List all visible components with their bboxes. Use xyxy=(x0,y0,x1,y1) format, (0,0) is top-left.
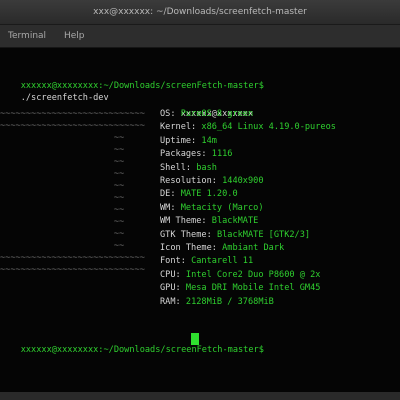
info-value: bash xyxy=(196,162,217,173)
ascii-art-line: ~~ xyxy=(0,133,125,143)
info-line: Resolution: 1440x900 xyxy=(160,175,264,187)
ascii-art-line: ~~ xyxy=(0,157,125,167)
info-line: GPU: Mesa DRI Mobile Intel GM45 xyxy=(160,282,320,294)
info-value: x86_64 Linux 4.19.0-pureos xyxy=(201,122,336,133)
info-line: Shell: bash xyxy=(160,162,217,174)
command-text: ./screenfetch-dev xyxy=(20,93,109,103)
info-line: Packages: 1116 xyxy=(160,148,232,160)
info-key: Font: xyxy=(160,256,186,267)
info-key: GTK Theme: xyxy=(160,229,212,240)
info-line: WM Theme: BlackMATE xyxy=(160,215,258,227)
info-value: Intel Core2 Duo P8600 @ 2x xyxy=(185,269,321,280)
ascii-art-line: ~~ xyxy=(0,169,125,179)
ascii-art-line: ~~ xyxy=(0,193,125,203)
ascii-art-line: ~~ xyxy=(0,229,125,239)
info-value: 1440x900 xyxy=(222,176,264,186)
info-key: Shell: xyxy=(160,162,192,173)
info-value: BlackMATE [GTK2/3] xyxy=(216,229,311,240)
info-key: DE: xyxy=(160,189,176,200)
terminal-area[interactable]: xxxxxx@xxxxxxxx:~/Downloads/screenFetch-… xyxy=(0,48,400,392)
menu-terminal[interactable]: Terminal xyxy=(8,25,46,47)
info-value: 1116 xyxy=(211,149,233,160)
info-key: Kernel: xyxy=(160,122,197,133)
ascii-art-line: ~~ xyxy=(0,205,125,215)
info-line: Icon Theme: Ambiant Dark xyxy=(160,242,284,254)
info-value: PureOS 8 green xyxy=(180,109,254,119)
info-key: OS: xyxy=(160,109,176,119)
menubar: Terminal Help xyxy=(0,25,400,48)
user-host-line: xxxxxx@xxxxxxx xyxy=(160,96,253,119)
ascii-art-line: ~~ xyxy=(0,145,125,155)
info-key: CPU: xyxy=(160,269,181,280)
ascii-art-line: ~~~~~~~~~~~~~~~~~~~~~~~~~~~~ xyxy=(0,265,145,275)
info-key: Packages: xyxy=(160,149,207,160)
info-value: 14m xyxy=(201,135,217,146)
info-key: GPU: xyxy=(160,283,181,294)
info-value: BlackMATE xyxy=(211,216,259,227)
info-value: 2128MiB / 3768MiB xyxy=(185,296,274,307)
info-line: RAM: 2128MiB / 3768MiB xyxy=(160,296,274,308)
info-value: Metacity (Marco) xyxy=(180,202,264,213)
end-prompt: xxxxxx@xxxxxxxx:~/Downloads/screenFetch-… xyxy=(20,345,264,355)
info-value: MATE 1.20.0 xyxy=(180,189,238,200)
ascii-art-line: ~~ xyxy=(0,241,125,251)
info-key: Uptime: xyxy=(160,135,197,146)
ascii-art-line: ~~ xyxy=(0,181,125,191)
info-line: Uptime: 14m xyxy=(160,135,217,147)
info-value: Ambiant Dark xyxy=(222,243,285,253)
info-key: WM Theme: xyxy=(160,216,207,227)
info-line: OS: PureOS 8 green xyxy=(160,108,253,120)
info-line: WM: Metacity (Marco) xyxy=(160,202,264,214)
window-titlebar[interactable]: xxx@xxxxxx: ~/Downloads/screenfetch-mast… xyxy=(0,0,400,25)
info-key: RAM: xyxy=(160,296,181,307)
info-line: CPU: Intel Core2 Duo P8600 @ 2x xyxy=(160,269,320,281)
info-key: WM: xyxy=(160,202,176,213)
window-title: xxx@xxxxxx: ~/Downloads/screenfetch-mast… xyxy=(93,7,307,17)
command-line: xxxxxx@xxxxxxxx:~/Downloads/screenFetch-… xyxy=(0,68,264,103)
info-value: Cantarell 11 xyxy=(191,256,254,267)
info-line: Kernel: x86_64 Linux 4.19.0-pureos xyxy=(160,121,336,133)
info-value: Mesa DRI Mobile Intel GM45 xyxy=(185,283,321,294)
info-key: Resolution: xyxy=(160,176,217,186)
info-key: Icon Theme: xyxy=(160,243,217,253)
info-line: GTK Theme: BlackMATE [GTK2/3] xyxy=(160,229,310,241)
end-prompt-line: xxxxxx@xxxxxxxx:~/Downloads/screenFetch-… xyxy=(0,332,264,355)
ascii-art-line: ~~~~~~~~~~~~~~~~~~~~~~~~~~~~ xyxy=(0,253,145,263)
window-bottom-edge xyxy=(0,392,400,400)
ascii-art-line: ~~~~~~~~~~~~~~~~~~~~~~~~~~~~ xyxy=(0,109,145,119)
ascii-art-line: ~~ xyxy=(0,217,125,227)
text-cursor xyxy=(191,333,199,345)
menu-help[interactable]: Help xyxy=(64,25,85,47)
ascii-art-line: ~~~~~~~~~~~~~~~~~~~~~~~~~~~~ xyxy=(0,121,145,131)
info-line: DE: MATE 1.20.0 xyxy=(160,188,238,200)
info-line: Font: Cantarell 11 xyxy=(160,255,253,267)
command-prompt: xxxxxx@xxxxxxxx:~/Downloads/screenFetch-… xyxy=(20,81,264,91)
